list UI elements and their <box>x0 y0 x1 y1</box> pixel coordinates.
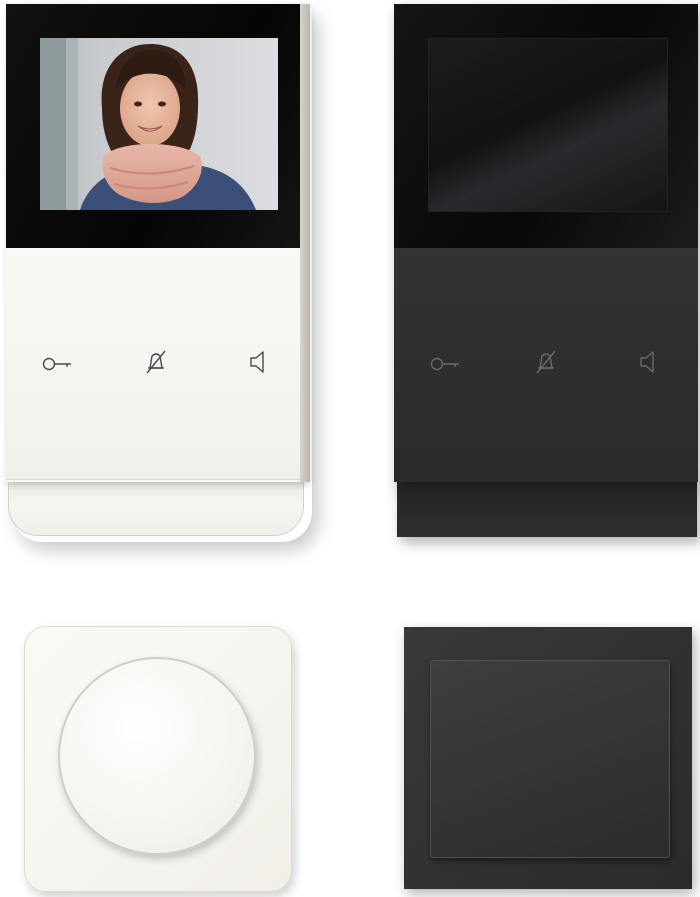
door-key-icon[interactable] <box>40 346 76 382</box>
door-key-icon[interactable] <box>428 346 464 382</box>
speaker-icon[interactable] <box>240 344 276 380</box>
bell-muted-icon[interactable] <box>528 344 564 380</box>
video-caller-image <box>40 38 278 210</box>
speaker-icon[interactable] <box>630 344 666 380</box>
black-rocker-switch[interactable] <box>430 660 670 858</box>
white-intercom-side-edge <box>300 4 310 482</box>
black-intercom-mount <box>397 476 697 537</box>
white-intercom-display <box>40 38 278 210</box>
black-intercom-display <box>428 38 668 212</box>
white-intercom-mount <box>8 478 304 536</box>
white-rotary-dimmer-knob[interactable] <box>58 657 256 855</box>
bell-muted-icon[interactable] <box>138 344 174 380</box>
